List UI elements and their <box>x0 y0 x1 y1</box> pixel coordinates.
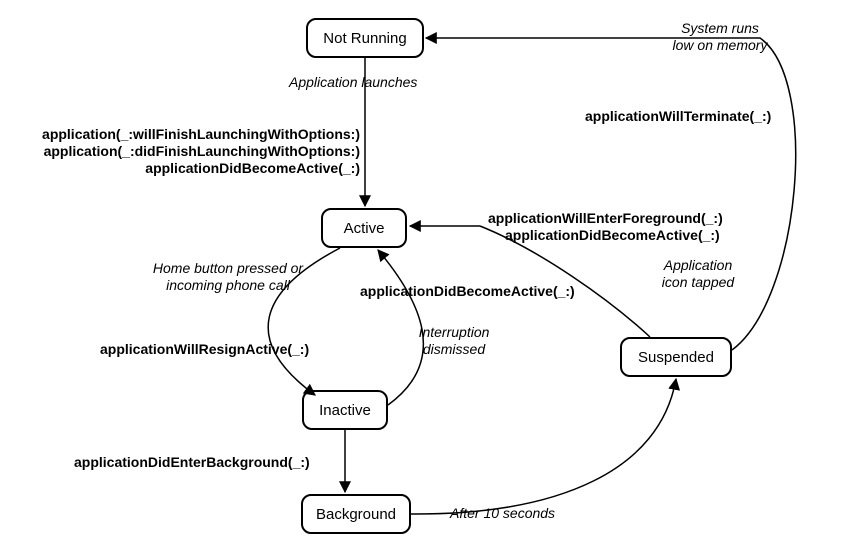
state-suspended: Suspended <box>620 337 732 377</box>
label-will-resign-active: applicationWillResignActive(_:) <box>100 341 309 358</box>
label-system-low-memory: System runslow on memory <box>640 20 800 54</box>
label-home-button: Home button pressed orincoming phone cal… <box>138 260 318 294</box>
label-app-icon-tapped: Applicationicon tapped <box>648 257 748 291</box>
label-after-10s: After 10 seconds <box>450 505 555 522</box>
label-launch-cb-1: application(_:willFinishLaunchingWithOpt… <box>4 126 360 143</box>
label-enter-fg-2: applicationDidBecomeActive(_:) <box>505 227 720 244</box>
label-launch-cb-2: application(_:didFinishLaunchingWithOpti… <box>4 143 360 160</box>
label-will-terminate: applicationWillTerminate(_:) <box>585 108 771 125</box>
label-interruption-dismissed: Interruptiondismissed <box>404 324 504 358</box>
state-active: Active <box>321 208 407 248</box>
label-did-become-active: applicationDidBecomeActive(_:) <box>360 283 575 300</box>
label-enter-fg-1: applicationWillEnterForeground(_:) <box>488 210 723 227</box>
state-background: Background <box>301 494 411 534</box>
state-inactive: Inactive <box>302 390 388 430</box>
label-launch-cb-3: applicationDidBecomeActive(_:) <box>4 160 360 177</box>
state-not-running: Not Running <box>306 18 424 58</box>
label-did-enter-background: applicationDidEnterBackground(_:) <box>74 454 310 471</box>
label-application-launches: Application launches <box>289 74 417 91</box>
